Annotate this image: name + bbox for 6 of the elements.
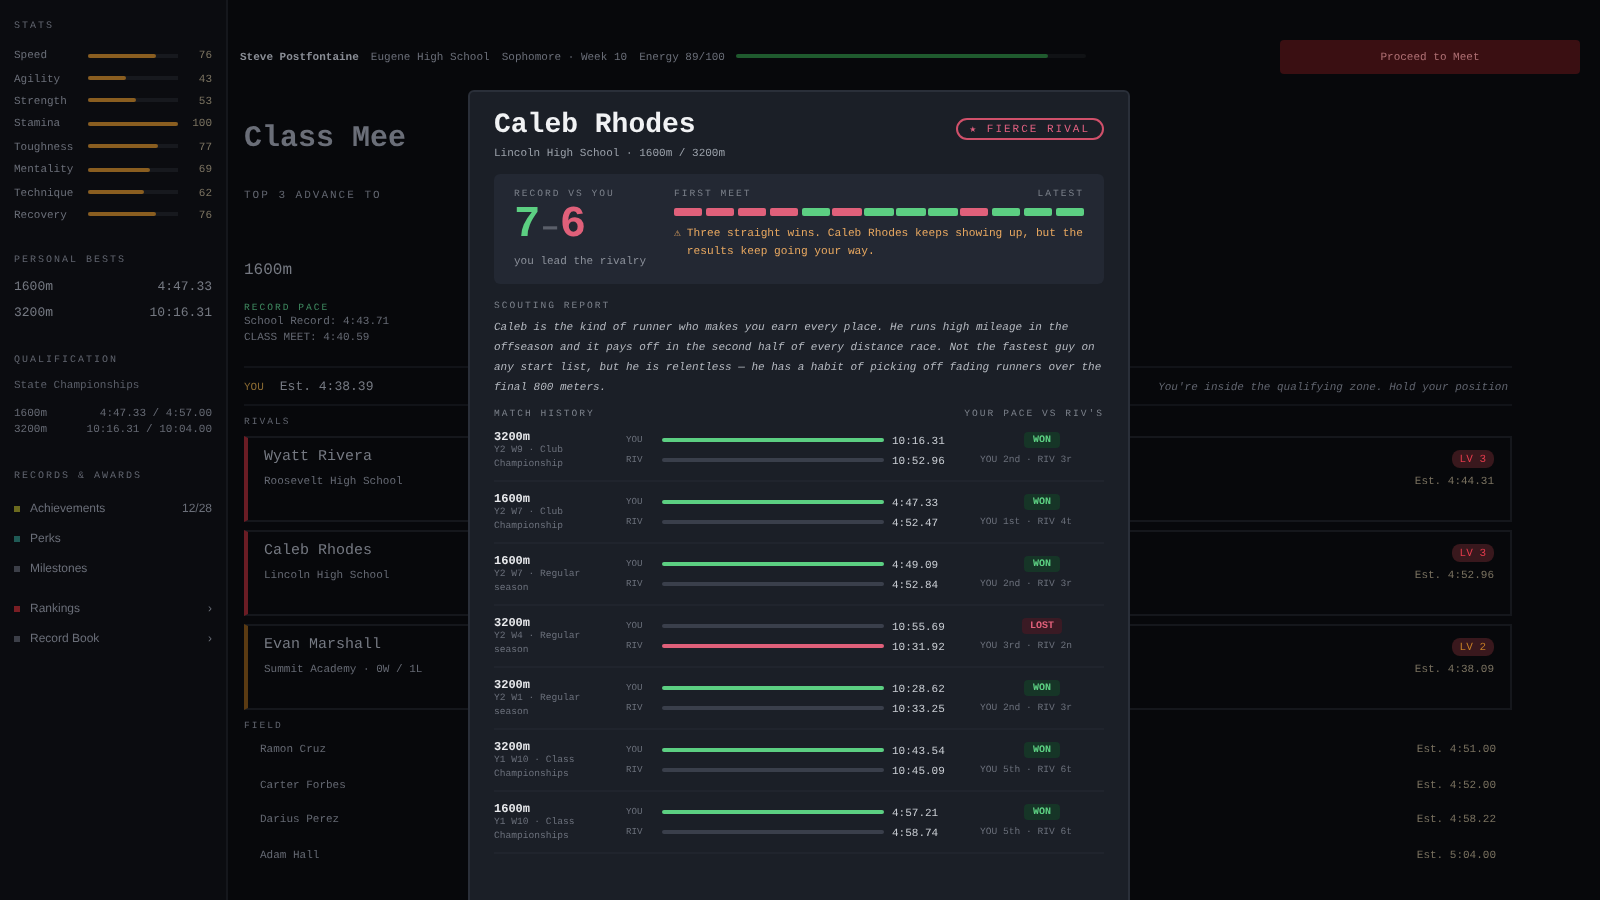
event-title: 1600m: [244, 262, 293, 280]
wins-count: 7: [514, 200, 541, 252]
rival-name: Caleb Rhodes: [494, 110, 698, 142]
score-dash: –: [540, 208, 560, 250]
page-title: Class Mee: [244, 120, 407, 160]
losses-count: 6: [559, 200, 587, 252]
